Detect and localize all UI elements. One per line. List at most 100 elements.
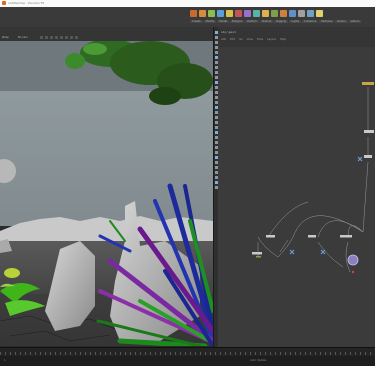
timeline-tick <box>250 352 251 355</box>
light-icon[interactable] <box>65 36 68 39</box>
timeline-tick <box>50 352 51 355</box>
timeline-tick <box>180 352 181 355</box>
timeline-tick <box>320 352 321 355</box>
auto-update-mode[interactable]: Auto Update <box>250 359 266 362</box>
node-box <box>364 155 372 158</box>
timeline-tick <box>145 352 146 355</box>
timeline-tick <box>370 352 371 355</box>
network-menu-item[interactable]: Go <box>239 38 243 41</box>
shelf-tabs: Create Modify Model Polygon Deform Texture Rig… <box>190 19 362 23</box>
muscles-icon[interactable] <box>235 10 242 17</box>
network-path[interactable]: obj / geo1 <box>221 30 236 34</box>
timeline-tick <box>20 352 21 355</box>
timeline-tick <box>200 352 201 355</box>
shelf-tab[interactable]: Lights <box>289 20 302 23</box>
shelf-tab[interactable]: Polygon <box>230 20 245 23</box>
timeline-tick <box>285 352 286 355</box>
timeline-tick <box>205 352 206 355</box>
shelf-tab[interactable]: Texture <box>259 20 274 23</box>
shelf-tab[interactable]: Grains <box>335 20 348 23</box>
terrain-icon[interactable] <box>271 10 278 17</box>
timeline-tick <box>350 352 351 355</box>
shelf-tab[interactable]: Deform <box>245 20 259 23</box>
shelf-tab[interactable]: Create <box>190 20 203 23</box>
sky <box>0 91 213 226</box>
shelf-tab[interactable]: Vellum <box>348 20 362 23</box>
volume-icon[interactable] <box>307 10 314 17</box>
timeline-tick <box>40 352 41 355</box>
shelf-tab[interactable]: Collisions <box>302 20 319 23</box>
timeline-tick <box>310 352 311 355</box>
timeline-tick <box>300 352 301 355</box>
timeline-tick <box>280 352 281 355</box>
shelf-tools <box>190 10 325 18</box>
network-menu-item[interactable]: Layout <box>267 38 276 41</box>
wireframe-icon[interactable] <box>55 36 58 39</box>
shelf-tab[interactable]: Particles <box>319 20 335 23</box>
timeline-tick <box>365 352 366 355</box>
snap-icon[interactable] <box>50 36 53 39</box>
timeline-tick <box>55 352 56 355</box>
timeline-tick <box>5 352 6 355</box>
timeline-tick <box>150 352 151 355</box>
network-menu-item[interactable]: Add <box>221 38 226 41</box>
constraints-icon[interactable] <box>253 10 260 17</box>
network-menu-item[interactable]: Edit <box>230 38 235 41</box>
output-node <box>347 254 359 266</box>
timeline-tick <box>335 352 336 355</box>
network-editor[interactable] <box>218 47 375 347</box>
node-box <box>252 252 262 255</box>
node-cross <box>289 156 363 255</box>
network-menu-item[interactable]: Help <box>280 38 286 41</box>
node-box <box>340 235 352 238</box>
display-icon[interactable] <box>75 36 78 39</box>
node-box <box>362 82 374 85</box>
timeline-tick <box>60 352 61 355</box>
timeline-tick <box>190 352 191 355</box>
crowds-icon[interactable] <box>280 10 287 17</box>
viewport-toolbar: Persp No cam <box>0 27 216 42</box>
shelf-tab[interactable]: Model <box>217 20 230 23</box>
drive-icon[interactable] <box>289 10 296 17</box>
timeline-tick <box>120 352 121 355</box>
timeline-tick <box>275 352 276 355</box>
display-menu[interactable]: No cam <box>18 36 28 39</box>
shelf-bar: Create Modify Model Polygon Deform Texture Rig… <box>0 7 375 28</box>
camera-icon[interactable] <box>45 36 48 39</box>
node-graph <box>252 82 374 274</box>
timeline-tick <box>45 352 46 355</box>
scene-viewport[interactable] <box>0 41 213 346</box>
timeline-tick <box>355 352 356 355</box>
timeline-tick <box>345 352 346 355</box>
rigging-icon[interactable] <box>226 10 233 17</box>
view-icon[interactable] <box>40 36 43 39</box>
lights-icon[interactable] <box>316 10 323 17</box>
create-icon[interactable] <box>190 10 197 17</box>
texture-icon[interactable] <box>217 10 224 17</box>
shade-icon[interactable] <box>60 36 63 39</box>
shelf-tab[interactable]: Modify <box>203 20 217 23</box>
hair-icon[interactable] <box>262 10 269 17</box>
characters-icon[interactable] <box>244 10 251 17</box>
network-menu-item[interactable]: View <box>247 38 253 41</box>
camera-menu[interactable]: Persp <box>2 36 9 39</box>
shelf-tab[interactable]: Rigging <box>274 20 289 23</box>
network-menu-item[interactable]: Tools <box>257 38 263 41</box>
polygon-icon[interactable] <box>199 10 206 17</box>
timeline-tick <box>80 352 81 355</box>
timeline-tick <box>140 352 141 355</box>
timeline-tick <box>115 352 116 355</box>
timeline-tick <box>30 352 31 355</box>
deform-icon[interactable] <box>208 10 215 17</box>
node-wires <box>257 87 369 273</box>
timeline-tick <box>135 352 136 355</box>
grid-icon[interactable] <box>70 36 73 39</box>
timeline-tick <box>210 352 211 355</box>
timeline-tick <box>65 352 66 355</box>
node-box <box>266 235 275 238</box>
current-frame[interactable]: 1 <box>4 359 6 362</box>
timeline-tick <box>125 352 126 355</box>
timeline-tick <box>95 352 96 355</box>
status-bar: 1 Auto Update <box>0 356 375 366</box>
cloud-icon[interactable] <box>298 10 305 17</box>
